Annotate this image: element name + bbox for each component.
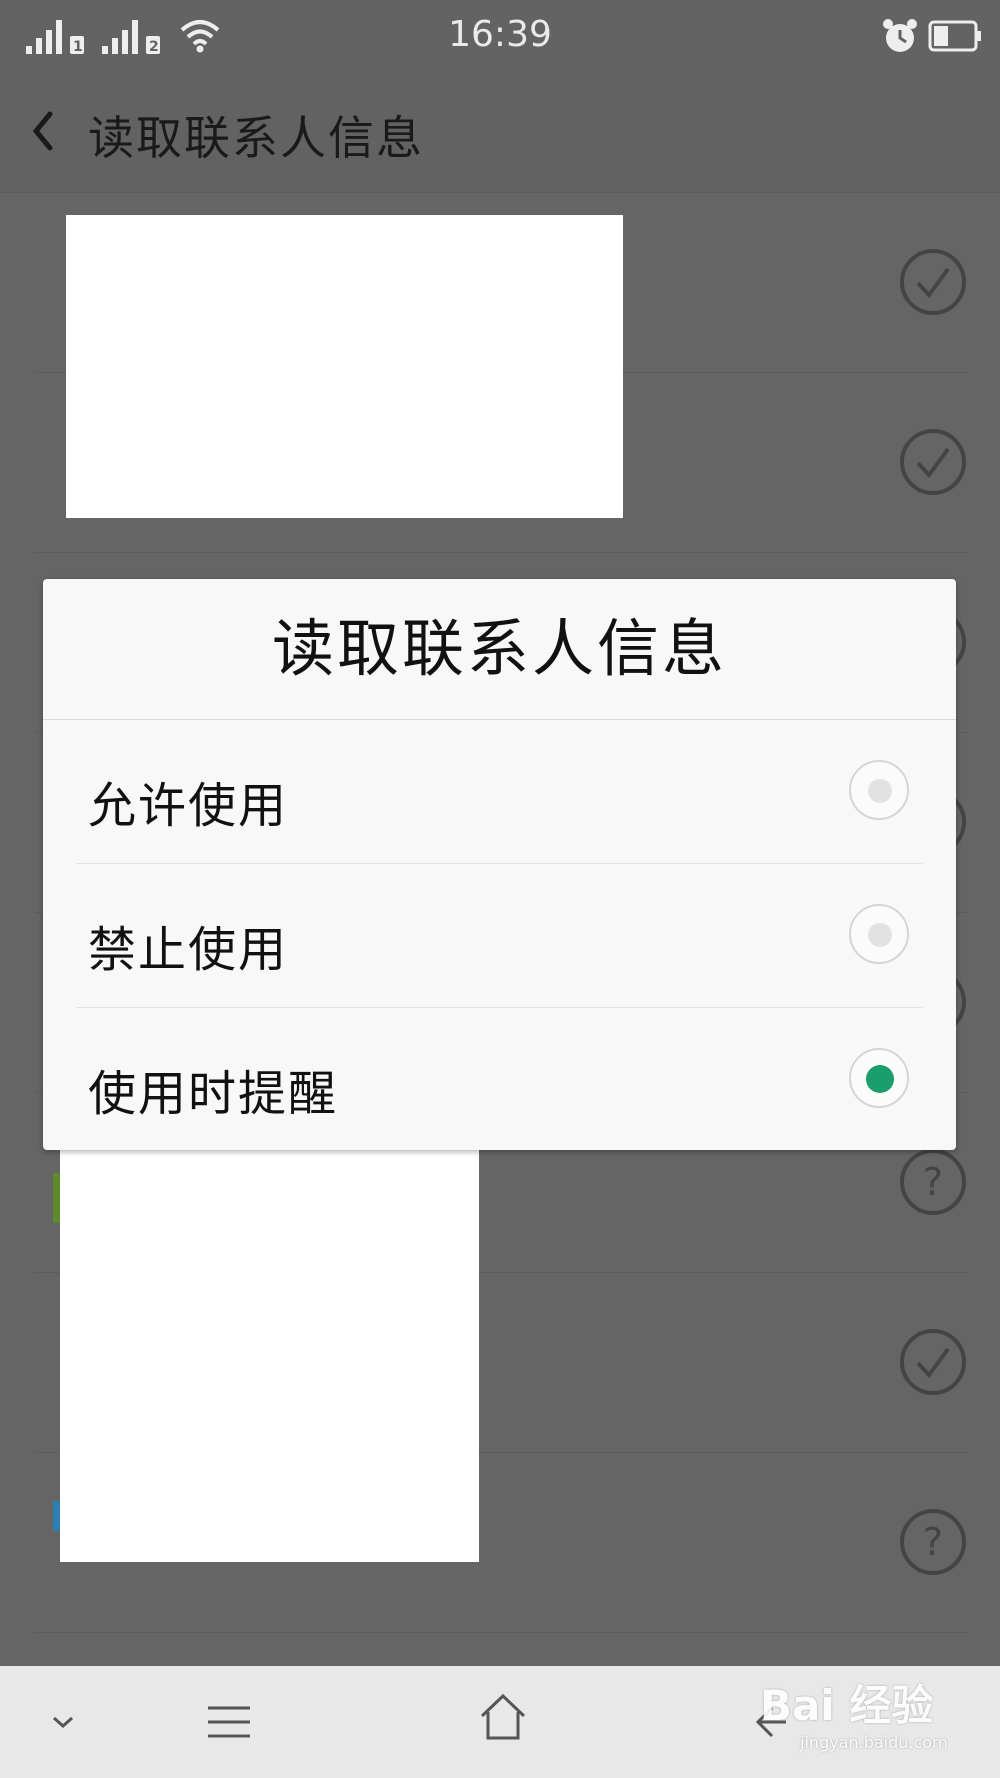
- watermark-main: Bai 经验: [760, 1681, 934, 1730]
- check-circle-icon: [900, 249, 966, 315]
- radio-button[interactable]: [849, 904, 909, 964]
- svg-text:?: ?: [923, 1160, 943, 1204]
- svg-text:?: ?: [923, 1520, 943, 1564]
- permission-dialog: 读取联系人信息 允许使用 禁止使用 使用时提醒: [43, 579, 956, 1150]
- dialog-title: 读取联系人信息: [43, 579, 956, 720]
- alarm-icon: [883, 19, 917, 52]
- radio-button[interactable]: [849, 760, 909, 820]
- app-header: 读取联系人信息: [0, 72, 1000, 193]
- option-label: 禁止使用: [88, 922, 289, 978]
- option-label: 使用时提醒: [88, 1066, 339, 1122]
- option-label: 允许使用: [88, 778, 289, 834]
- home-icon[interactable]: [478, 1692, 528, 1742]
- question-circle-icon: ?: [900, 1149, 966, 1215]
- check-circle-icon: [900, 1329, 966, 1395]
- redaction-block: [60, 1147, 479, 1562]
- radio-button-selected[interactable]: [849, 1048, 909, 1108]
- status-time: 16:39: [448, 14, 552, 55]
- status-bar: 1 2 16:39: [0, 0, 1000, 72]
- watermark-logo: Bai 经验 jingyan.baidu.com: [760, 1672, 948, 1752]
- page-title: 读取联系人信息: [88, 111, 424, 165]
- option-ask[interactable]: 使用时提醒: [76, 1008, 923, 1151]
- question-circle-icon: ?: [900, 1509, 966, 1575]
- back-arrow-icon[interactable]: [28, 108, 58, 154]
- chevron-down-icon[interactable]: [48, 1710, 78, 1734]
- option-allow[interactable]: 允许使用: [76, 720, 923, 864]
- check-circle-icon: [900, 429, 966, 495]
- menu-icon[interactable]: [204, 1702, 254, 1742]
- battery-icon: [928, 20, 981, 52]
- redaction-block: [66, 215, 623, 518]
- option-deny[interactable]: 禁止使用: [76, 864, 923, 1008]
- watermark-sub: jingyan.baidu.com: [800, 1733, 948, 1752]
